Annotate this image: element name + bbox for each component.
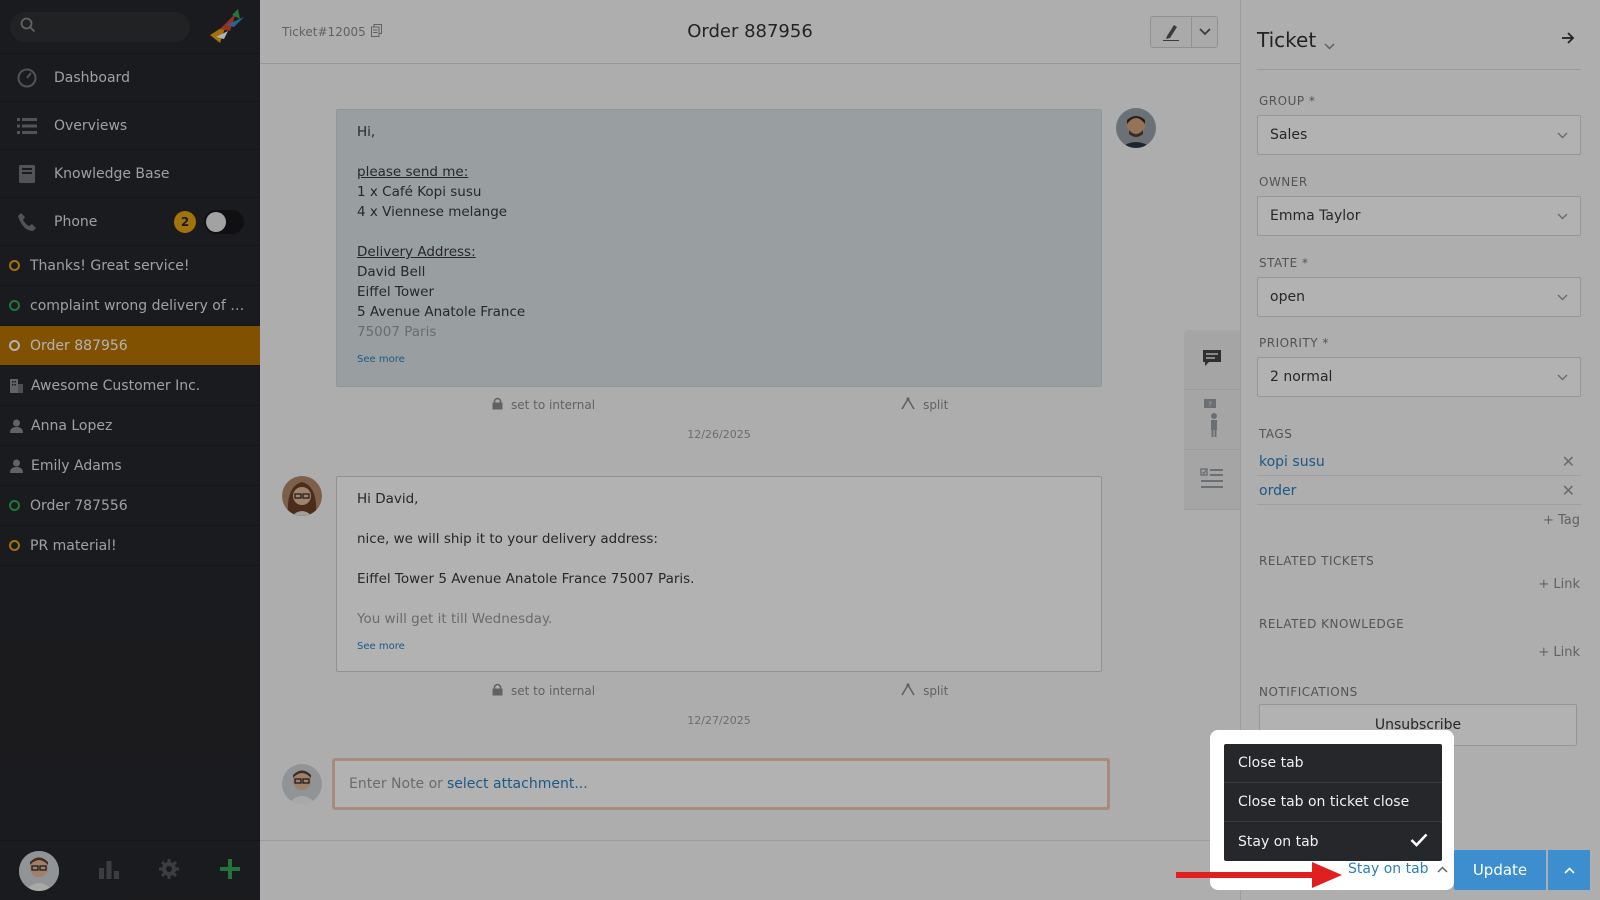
checkmark-icon	[1410, 833, 1428, 851]
after-update-label: Stay on tab	[1348, 861, 1429, 877]
menu-item-label: Stay on tab	[1238, 833, 1319, 850]
menu-item-close-tab[interactable]: Close tab	[1224, 744, 1442, 783]
menu-item-label: Close tab on ticket close	[1238, 794, 1410, 810]
menu-item-label: Close tab	[1238, 755, 1304, 771]
annotation-arrow-icon	[1176, 860, 1346, 890]
update-button[interactable]: Update	[1454, 850, 1546, 890]
chevron-up-icon	[1437, 861, 1448, 877]
chevron-up-icon	[1563, 862, 1575, 878]
after-update-toggle[interactable]: Stay on tab	[1348, 861, 1456, 877]
menu-item-stay-on-tab[interactable]: Stay on tab	[1224, 822, 1442, 861]
after-update-menu: Close tab Close tab on ticket close Stay…	[1224, 744, 1442, 861]
update-options-toggle[interactable]	[1548, 850, 1590, 890]
menu-item-close-tab-on-ticket-close[interactable]: Close tab on ticket close	[1224, 783, 1442, 822]
